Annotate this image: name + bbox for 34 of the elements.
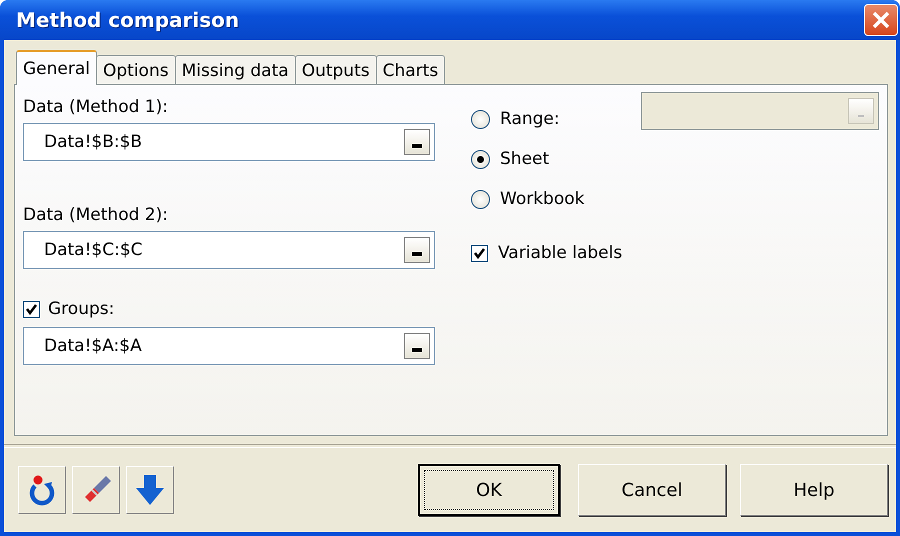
- browse-button[interactable]: [404, 129, 430, 155]
- close-icon: [871, 10, 891, 30]
- input-field[interactable]: Data!$B:$B: [23, 123, 435, 161]
- checkbox-label: Groups:: [48, 299, 114, 319]
- tab[interactable]: General: [16, 50, 97, 85]
- tab[interactable]: Missing data: [174, 55, 296, 84]
- field-label: Data (Method 2):: [23, 204, 169, 227]
- field-label: Data (Method 1):: [23, 96, 169, 119]
- checkbox-label: Variable labels: [498, 243, 622, 263]
- radio-label: Range:: [500, 109, 560, 129]
- radio-button[interactable]: [471, 190, 490, 208]
- dialog-button[interactable]: Cancel: [578, 464, 726, 516]
- dialog-button[interactable]: OK: [418, 464, 560, 516]
- circular-arrow-icon: [27, 474, 57, 506]
- tab[interactable]: Outputs: [294, 55, 377, 84]
- radio-button[interactable]: [471, 110, 490, 128]
- reset-button[interactable]: [18, 466, 66, 514]
- input-field[interactable]: Data!$A:$A: [23, 327, 435, 365]
- input-field[interactable]: Data!$C:$C: [23, 231, 435, 269]
- browse-button[interactable]: [404, 237, 430, 263]
- close-button[interactable]: [864, 4, 898, 36]
- browse-button[interactable]: [404, 333, 430, 359]
- radio-label: Workbook: [500, 189, 584, 209]
- radio-label: Sheet: [500, 149, 550, 169]
- tab[interactable]: Charts: [376, 55, 446, 84]
- dialog-button[interactable]: Help: [740, 464, 888, 516]
- checkbox[interactable]: [23, 300, 40, 318]
- tab[interactable]: Options: [96, 55, 176, 84]
- down-button[interactable]: [126, 466, 174, 514]
- radio-button[interactable]: [471, 150, 490, 168]
- checkbox[interactable]: [471, 244, 488, 262]
- down-arrow-icon: [135, 474, 165, 506]
- window-title: Method comparison: [16, 8, 240, 32]
- clear-button[interactable]: [72, 466, 120, 514]
